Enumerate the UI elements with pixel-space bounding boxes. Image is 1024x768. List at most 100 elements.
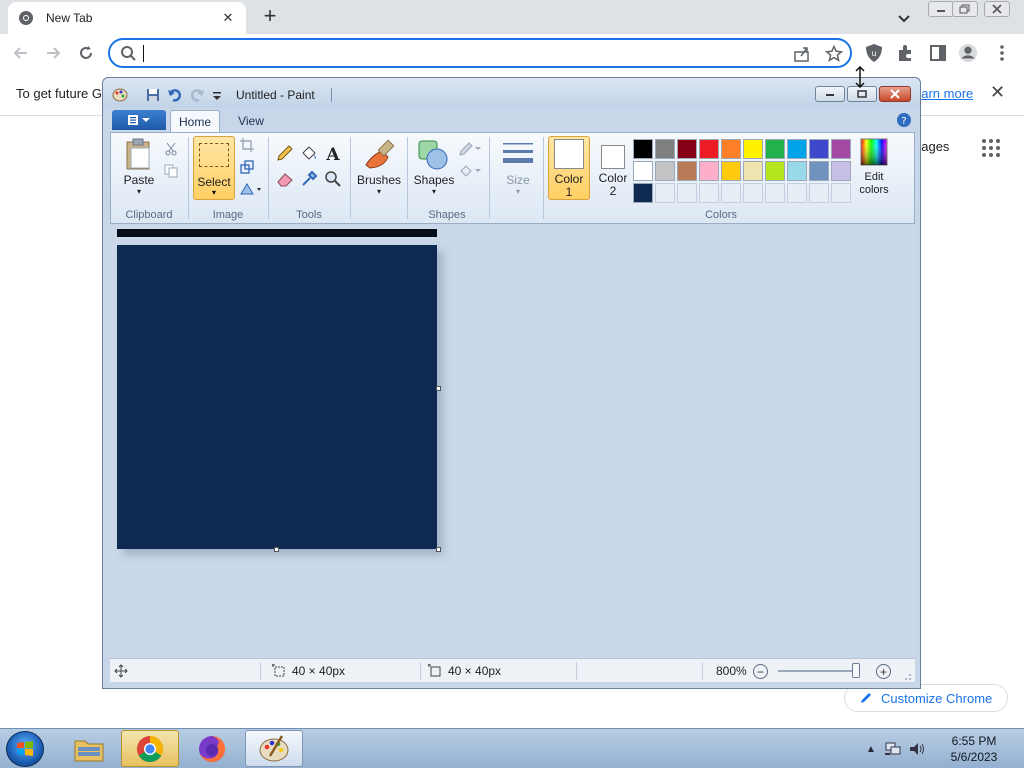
palette-swatch[interactable] [721,139,741,159]
paint-minimize-button[interactable] [815,86,845,102]
palette-swatch[interactable] [677,139,697,159]
palette-swatch-empty[interactable] [809,183,829,203]
start-button[interactable] [6,731,44,767]
palette-swatch[interactable] [743,139,763,159]
fill-button[interactable] [457,161,483,181]
volume-icon[interactable] [908,741,926,757]
resize-button[interactable] [237,157,257,177]
redo-icon[interactable] [189,87,205,103]
palette-swatch[interactable] [765,139,785,159]
palette-swatch[interactable] [633,139,653,159]
new-tab-button[interactable]: + [258,5,282,29]
tab-close-icon[interactable]: ✕ [220,10,236,26]
palette-swatch-empty[interactable] [721,183,741,203]
shapes-button[interactable]: Shapes ▾ [411,137,457,196]
outline-button[interactable] [457,139,483,159]
palette-swatch-empty[interactable] [677,183,697,203]
fill-tool-button[interactable] [299,143,319,163]
chrome-menu-kebab-icon[interactable] [992,43,1012,63]
palette-swatch[interactable] [765,161,785,181]
extensions-puzzle-icon[interactable] [896,43,916,63]
palette-swatch[interactable] [831,139,851,159]
zoom-in-button[interactable]: + [876,664,891,679]
save-icon[interactable] [145,87,161,103]
paint-title-bar[interactable]: Untitled - Paint [103,78,920,108]
paint-close-button[interactable] [879,86,911,102]
infobar-learn-more-link[interactable]: earn more [914,86,973,101]
bookmark-star-icon[interactable] [825,45,843,63]
paint-restore-button[interactable] [847,86,877,102]
canvas-resize-handle-right[interactable] [436,386,441,391]
taskbar-firefox-button[interactable] [183,730,241,767]
tab-search-chevron-icon[interactable] [894,8,914,28]
brushes-button[interactable]: Brushes ▾ [355,137,403,196]
drawing-canvas[interactable] [117,245,437,549]
canvas-workspace[interactable] [110,225,915,657]
side-panel-icon[interactable] [928,43,948,63]
color1-button[interactable]: Color 1 [548,136,590,200]
infobar-close-icon[interactable]: ✕ [990,82,1005,103]
back-button[interactable] [10,42,32,64]
palette-swatch-empty[interactable] [743,183,763,203]
palette-swatch[interactable] [809,139,829,159]
size-button[interactable]: Size ▾ [495,137,541,196]
network-icon[interactable] [884,741,902,757]
palette-swatch[interactable] [787,161,807,181]
palette-swatch[interactable] [633,161,653,181]
palette-swatch[interactable] [655,139,675,159]
profile-avatar-icon[interactable] [958,43,978,63]
ublock-shield-icon[interactable]: u [864,43,884,63]
zoom-out-button[interactable]: − [753,664,768,679]
palette-swatch[interactable] [743,161,763,181]
paste-button[interactable]: Paste ▾ [119,137,159,196]
palette-swatch-empty[interactable] [787,183,807,203]
cut-button[interactable] [161,139,181,159]
copy-button[interactable] [161,161,181,181]
zoom-slider-thumb[interactable] [851,663,860,678]
edit-colors-button[interactable]: Edit colors [854,137,894,197]
palette-swatch[interactable] [787,139,807,159]
palette-swatch[interactable] [831,161,851,181]
qat-customize-chevron-icon[interactable] [209,87,225,103]
resize-grip-icon[interactable] [902,671,912,681]
paint-file-menu-button[interactable] [112,110,166,130]
color-picker-tool-button[interactable] [299,169,319,189]
text-tool-button[interactable]: A [323,143,343,163]
chrome-close-button[interactable] [984,1,1010,17]
canvas-resize-handle-corner[interactable] [436,547,441,552]
taskbar-clock[interactable]: 6:55 PM 5/6/2023 [936,733,1012,765]
palette-swatch-empty[interactable] [831,183,851,203]
address-bar[interactable] [108,38,852,68]
reload-button[interactable] [75,42,97,64]
help-icon[interactable]: ? [896,112,912,128]
palette-swatch[interactable] [809,161,829,181]
taskbar-chrome-button[interactable] [121,730,179,767]
palette-swatch[interactable] [699,139,719,159]
color2-button[interactable]: Color 2 [593,136,633,200]
palette-swatch[interactable] [633,183,653,203]
taskbar-paint-button[interactable] [245,730,303,767]
taskbar-explorer-button[interactable] [60,730,118,767]
undo-icon[interactable] [167,87,183,103]
palette-swatch[interactable] [677,161,697,181]
paint-app-icon[interactable] [112,87,128,103]
google-apps-grid-icon[interactable] [982,139,1000,157]
palette-swatch-empty[interactable] [765,183,785,203]
pencil-tool-button[interactable] [275,143,295,163]
tab-view[interactable]: View [226,110,276,132]
share-icon[interactable] [793,45,811,63]
tab-home[interactable]: Home [170,110,220,132]
eraser-tool-button[interactable] [275,169,295,189]
forward-button[interactable] [42,42,64,64]
show-hidden-icons-chevron-icon[interactable]: ▲ [866,744,876,755]
canvas-resize-handle-bottom[interactable] [274,547,279,552]
palette-swatch-empty[interactable] [655,183,675,203]
zoom-slider-track[interactable] [778,670,858,672]
palette-swatch[interactable] [699,161,719,181]
magnifier-tool-button[interactable] [323,169,343,189]
crop-button[interactable] [237,135,257,155]
palette-swatch[interactable] [721,161,741,181]
select-button[interactable]: Select ▾ [193,136,235,200]
tab-new-tab[interactable]: New Tab ✕ [8,2,246,34]
palette-swatch[interactable] [655,161,675,181]
